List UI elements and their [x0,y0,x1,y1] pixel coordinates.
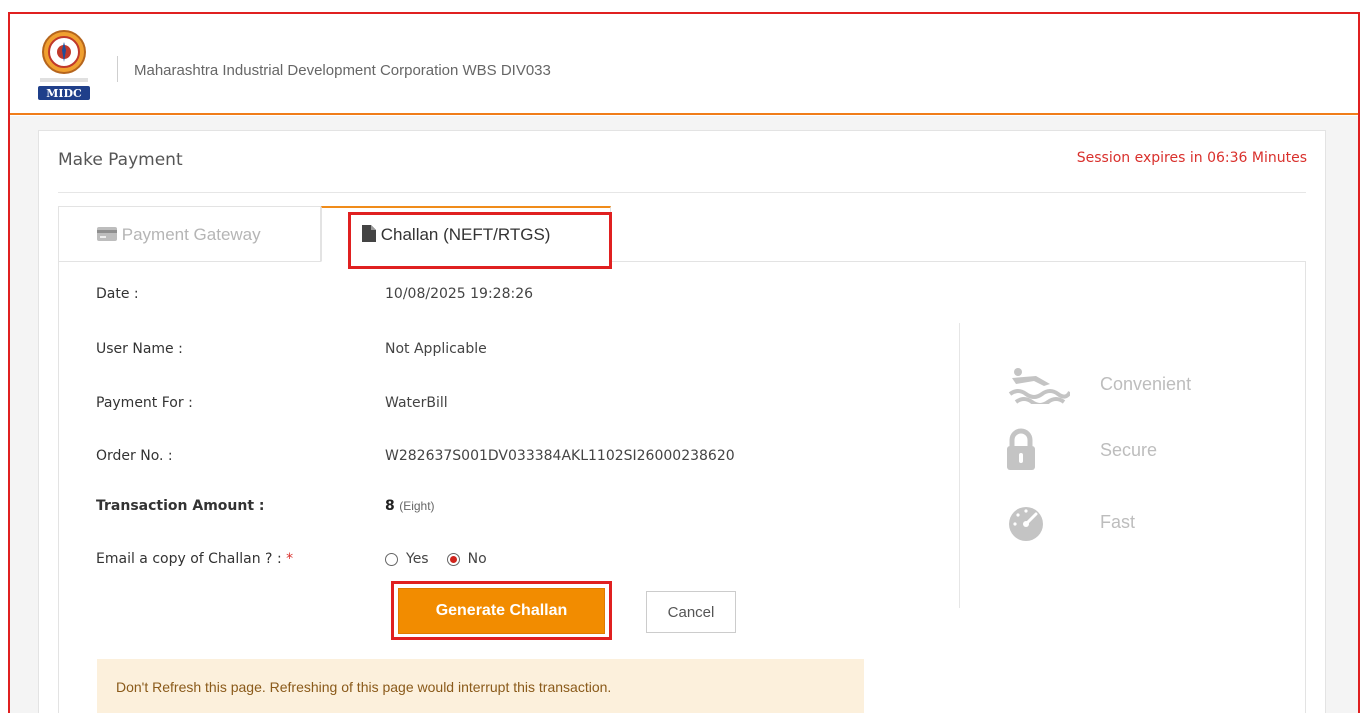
challan-tab-content [58,261,1306,713]
site-header: MIDC Maharashtra Industrial Development … [10,14,1358,115]
speedometer-icon [1006,500,1070,544]
tab-payment-gateway[interactable]: Payment Gateway [58,206,321,262]
title-divider [58,192,1306,193]
session-timer: Session expires in 06:36 Minutes [1076,150,1307,166]
amount-number: 8 [385,498,395,514]
feature-secure: Secure [1006,428,1157,472]
user-name-value: Not Applicable [385,341,487,357]
radio-yes-label: Yes [406,551,429,567]
email-option-yes[interactable]: Yes [385,551,429,567]
date-label: Date : [96,286,139,302]
transaction-amount-value: 8 (Eight) [385,498,435,514]
order-no-label: Order No. : [96,448,173,464]
order-no-value: W282637S001DV033384AKL1102SI26000238620 [385,448,735,464]
user-name-label: User Name : [96,341,183,357]
email-radio-group: Yes No [385,551,499,567]
org-title: Maharashtra Industrial Development Corpo… [134,62,551,79]
header-divider [117,56,118,82]
required-mark: * [286,551,294,567]
radio-yes[interactable] [385,552,398,566]
cancel-button[interactable]: Cancel [646,591,736,633]
features-divider [959,323,960,608]
transaction-amount-label: Transaction Amount : [96,498,265,514]
midc-logo-icon[interactable]: MIDC [28,28,100,108]
swimmer-icon [1006,362,1070,406]
amount-in-words: (Eight) [399,499,435,513]
radio-no-label: No [467,551,487,567]
email-challan-label: Email a copy of Challan ? : * [96,551,293,567]
highlight-box [348,212,612,269]
feature-fast: Fast [1006,500,1135,544]
svg-text:MIDC: MIDC [46,87,82,100]
payment-for-value: WaterBill [385,395,448,411]
tab-label: Payment Gateway [121,225,261,244]
feature-label: Secure [1100,439,1158,460]
email-label-text: Email a copy of Challan ? : [96,551,282,567]
payment-for-label: Payment For : [96,395,193,411]
feature-label: Convenient [1100,373,1192,394]
refresh-warning: Don't Refresh this page. Refreshing of t… [97,659,864,713]
feature-convenient: Convenient [1006,362,1191,406]
page-title: Make Payment [58,150,183,170]
radio-no[interactable] [446,552,460,566]
credit-card-icon [97,225,122,244]
generate-challan-button[interactable]: Generate Challan [398,588,605,634]
date-value: 10/08/2025 19:28:26 [385,286,534,302]
email-option-no[interactable]: No [446,551,487,567]
lock-icon [1006,428,1070,472]
feature-label: Fast [1100,511,1136,532]
